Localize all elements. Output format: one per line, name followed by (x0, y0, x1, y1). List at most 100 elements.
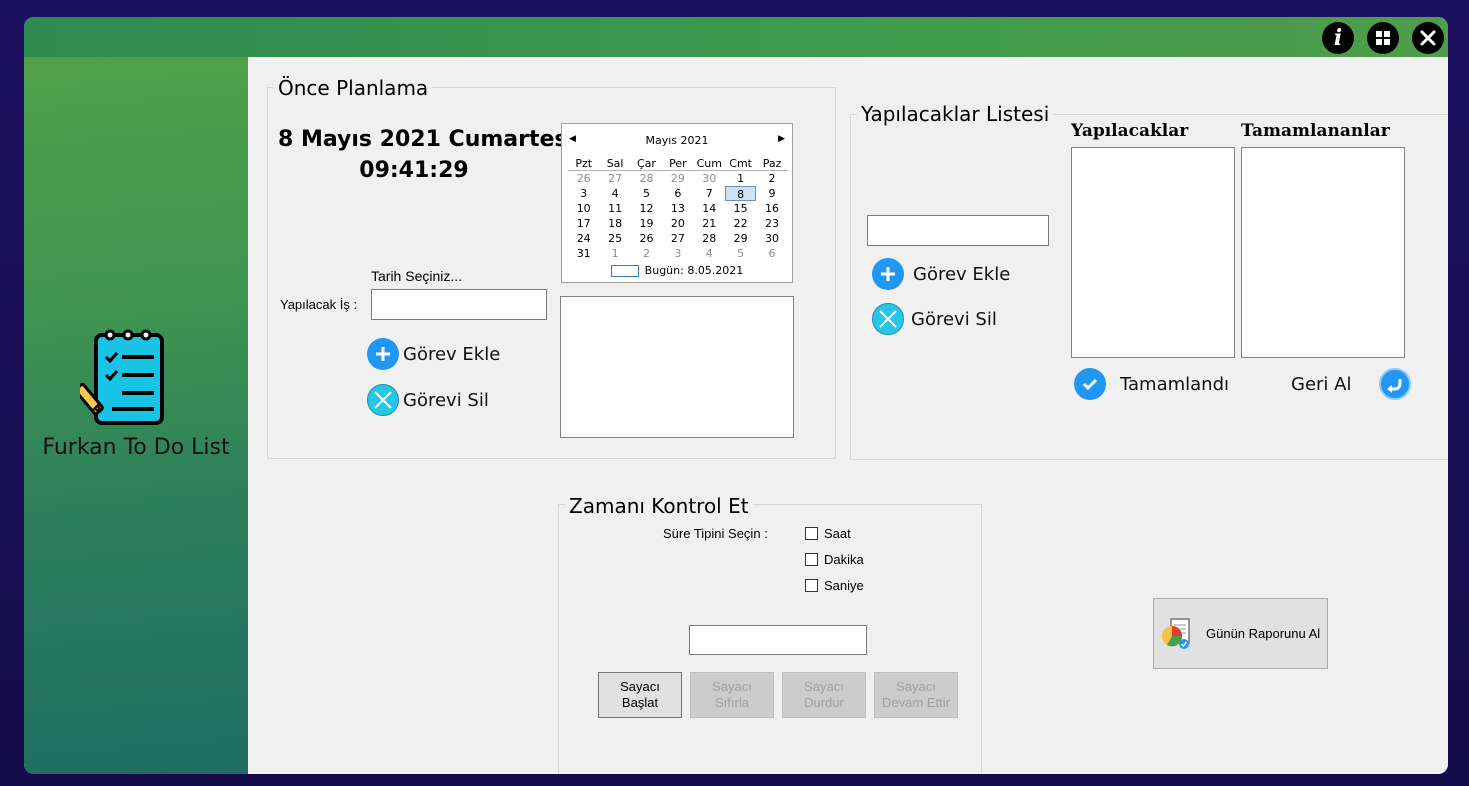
calendar-day[interactable]: 29 (662, 171, 693, 186)
checkbox-box[interactable] (805, 553, 818, 566)
calendar-day[interactable]: 17 (568, 216, 599, 231)
calendar-week-row: 3456789 (568, 186, 788, 201)
plan-delete-label: Görevi Sil (403, 389, 489, 411)
plan-add-label: Görev Ekle (403, 343, 501, 365)
checkbox-seconds[interactable]: Saniye (805, 578, 864, 593)
checkbox-minutes-label: Dakika (824, 552, 864, 567)
calendar-day[interactable]: 26 (568, 171, 599, 186)
current-date: 8 Mayıs 2021 Cumartesi (278, 127, 576, 152)
calendar-day[interactable]: 8 (724, 186, 757, 201)
calendar-weekday: Paz (756, 156, 788, 171)
calendar-day[interactable]: 7 (694, 186, 725, 201)
calendar-day[interactable]: 15 (725, 201, 756, 216)
complete-label: Tamamlandı (1120, 373, 1230, 395)
calendar-next-icon[interactable]: ▶ (778, 134, 785, 144)
calendar-weekday-row: Pzt Sal Çar Per Cum Cmt Paz (568, 156, 788, 171)
today-marker (610, 264, 639, 277)
month-calendar[interactable]: ◀ Mayıs 2021 ▶ Pzt Sal Çar Per Cum Cmt Paz 26 27… (561, 123, 793, 283)
calendar-day[interactable]: 5 (725, 246, 756, 261)
calendar-weekday: Cmt (724, 156, 757, 171)
calendar-grid[interactable]: Pzt Sal Çar Per Cum Cmt Paz 26 27 28 29 30 1 2 3 4 5 6 7 8 9… (568, 156, 788, 261)
checkbox-box[interactable] (805, 527, 818, 540)
calendar-day[interactable]: 28 (694, 231, 725, 246)
todo-list[interactable] (1071, 147, 1235, 358)
calendar-day[interactable]: 14 (694, 201, 725, 216)
calendar-day[interactable]: 3 (662, 246, 693, 261)
todo-add-button[interactable]: Görev Ekle (872, 258, 1010, 290)
checkbox-box[interactable] (805, 579, 818, 592)
title-bar[interactable]: i (24, 17, 1448, 57)
calendar-day[interactable]: 26 (631, 231, 662, 246)
timer-type-label: Süre Tipini Seçin : (663, 526, 768, 541)
delete-x-icon (367, 384, 399, 416)
todo-delete-button[interactable]: Görevi Sil (872, 303, 997, 335)
calendar-day[interactable]: 3 (568, 186, 599, 201)
calendar-day[interactable]: 27 (662, 231, 693, 246)
calendar-day[interactable]: 9 (756, 186, 787, 201)
calendar-day[interactable]: 1 (599, 246, 630, 261)
calendar-day[interactable]: 30 (756, 231, 787, 246)
calendar-day[interactable]: 21 (694, 216, 725, 231)
plus-icon (367, 338, 399, 370)
timer-value-input[interactable] (689, 625, 867, 655)
plan-task-list[interactable] (560, 296, 794, 438)
calendar-week-row: 31 1 2 3 4 5 6 (568, 246, 788, 261)
calendar-day[interactable]: 6 (756, 246, 787, 261)
report-chart-icon (1158, 616, 1194, 652)
info-icon[interactable]: i (1322, 22, 1354, 54)
calendar-day[interactable]: 22 (725, 216, 756, 231)
complete-button[interactable]: Tamamlandı (1074, 368, 1229, 400)
plan-add-button[interactable]: Görev Ekle (367, 338, 500, 370)
calendar-day[interactable]: 19 (631, 216, 662, 231)
calendar-day[interactable]: 4 (694, 246, 725, 261)
todo-input[interactable] (867, 215, 1049, 246)
calendar-day[interactable]: 12 (631, 201, 662, 216)
calendar-day[interactable]: 25 (599, 231, 630, 246)
calendar-day[interactable]: 28 (631, 171, 662, 186)
plan-group-title: Önce Planlama (274, 76, 433, 100)
calendar-day[interactable]: 2 (631, 246, 662, 261)
calendar-day[interactable]: 30 (694, 171, 725, 186)
plan-task-input[interactable] (371, 289, 547, 320)
calendar-day[interactable]: 2 (756, 171, 787, 186)
undo-label: Geri Al (1291, 373, 1352, 395)
minimize-icon[interactable] (1367, 22, 1399, 54)
check-icon (1074, 368, 1106, 400)
calendar-day[interactable]: 5 (631, 186, 662, 201)
calendar-day[interactable]: 24 (568, 231, 599, 246)
plus-icon (872, 258, 904, 290)
close-icon[interactable] (1412, 22, 1444, 54)
calendar-day[interactable]: 11 (599, 201, 630, 216)
undo-icon (1379, 368, 1412, 400)
calendar-day[interactable]: 1 (725, 171, 756, 186)
calendar-day[interactable]: 10 (568, 201, 599, 216)
todo-add-label: Görev Ekle (913, 263, 1011, 285)
calendar-day[interactable]: 16 (756, 201, 787, 216)
checkbox-hours-label: Saat (824, 526, 851, 541)
calendar-day[interactable]: 27 (599, 171, 630, 186)
daily-report-button[interactable]: Günün Raporunu Al (1153, 598, 1328, 669)
calendar-day[interactable]: 31 (568, 246, 599, 261)
undo-button[interactable]: Geri Al (1291, 368, 1412, 400)
app-window: i Furkan To Do List Önce Planlama 8 Mayı… (24, 17, 1448, 774)
current-time: 09:41:29 (359, 158, 469, 183)
calendar-day[interactable]: 18 (599, 216, 630, 231)
done-list[interactable] (1241, 147, 1405, 358)
calendar-month-title: Mayıs 2021 (645, 134, 709, 147)
calendar-day[interactable]: 13 (662, 201, 693, 216)
report-label: Günün Raporunu Al (1206, 625, 1321, 641)
todo-delete-label: Görevi Sil (911, 308, 997, 330)
calendar-today[interactable]: Bugün: 8.05.2021 (562, 264, 792, 277)
calendar-day[interactable]: 23 (756, 216, 787, 231)
timer-resume-button: Sayacı Devam Ettir (874, 672, 958, 718)
checkbox-minutes[interactable]: Dakika (805, 552, 864, 567)
plan-delete-button[interactable]: Görevi Sil (367, 384, 489, 416)
calendar-day[interactable]: 4 (599, 186, 630, 201)
calendar-day[interactable]: 20 (662, 216, 693, 231)
timer-start-button[interactable]: Sayacı Başlat (598, 672, 682, 718)
calendar-day[interactable]: 29 (725, 231, 756, 246)
main-content: Önce Planlama 8 Mayıs 2021 Cumartesi 09:… (248, 57, 1448, 774)
calendar-today-label: Bugün: 8.05.2021 (644, 264, 744, 277)
calendar-day[interactable]: 6 (662, 186, 693, 201)
checkbox-hours[interactable]: Saat (805, 526, 851, 541)
